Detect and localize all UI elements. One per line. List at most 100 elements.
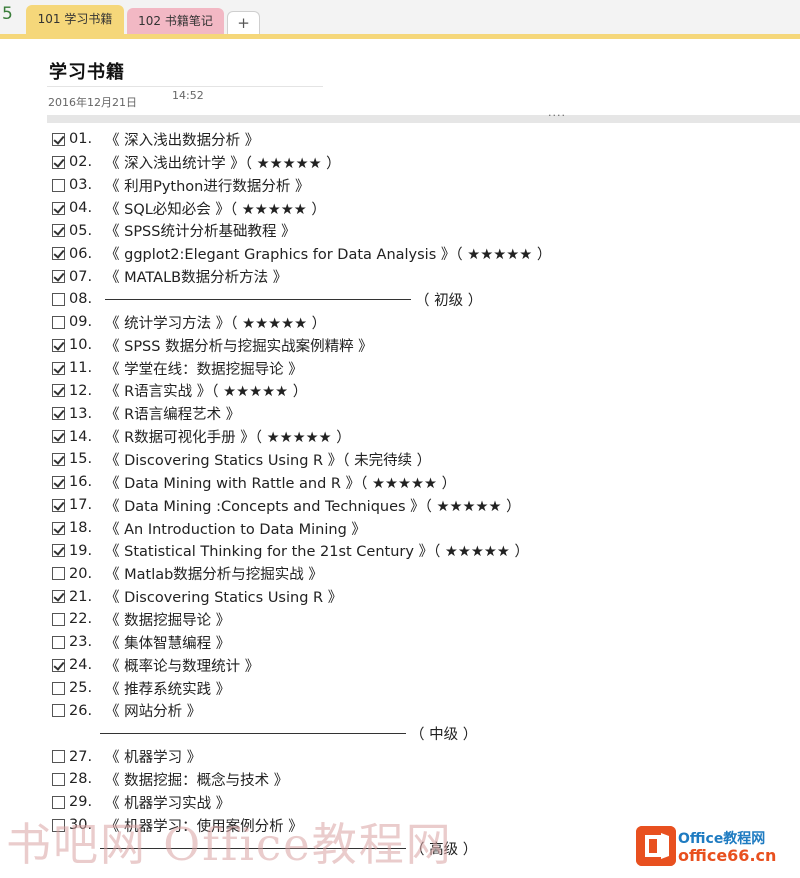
checked-checkbox[interactable] [52, 224, 65, 238]
item-number: 04. [69, 200, 93, 216]
back-icon[interactable]: 5 [1, 2, 17, 24]
container-grip-icon[interactable]: ···· [548, 110, 566, 121]
list-item[interactable]: 12. 《 R语言实战 》（ ★★★★★ ） [52, 379, 792, 402]
checked-checkbox[interactable] [52, 475, 65, 489]
list-item[interactable]: 20. 《 Matlab数据分析与挖掘实战 》 [52, 562, 792, 585]
list-item[interactable]: 26. 《 网站分析 》 [52, 699, 792, 722]
title-divider [47, 86, 323, 87]
item-number: 07. [69, 268, 93, 285]
checked-checkbox[interactable] [52, 270, 65, 284]
list-item[interactable]: 19. 《 Statistical Thinking for the 21st C… [52, 539, 792, 562]
list-item[interactable]: 21. 《 Discovering Statics Using R 》 [52, 585, 792, 608]
unchecked-checkbox[interactable] [52, 315, 65, 329]
item-number: 17. [69, 497, 93, 514]
item-number: 13. [69, 405, 93, 422]
list-item[interactable]: 05. 《 SPSS统计分析基础教程 》 [52, 219, 792, 242]
checked-checkbox[interactable] [52, 498, 65, 512]
section-tab-bar: 5 101 学习书籍 102 书籍笔记 + [0, 0, 800, 34]
item-text: 《 Matlab数据分析与挖掘实战 》 [105, 567, 323, 584]
item-number: 22. [69, 611, 93, 628]
unchecked-checkbox[interactable] [52, 681, 65, 695]
checked-checkbox[interactable] [52, 361, 65, 375]
unchecked-checkbox[interactable] [52, 772, 65, 786]
unchecked-checkbox[interactable] [52, 292, 65, 306]
unchecked-checkbox[interactable] [52, 178, 65, 192]
checked-checkbox[interactable] [52, 132, 65, 146]
unchecked-checkbox[interactable] [52, 704, 65, 718]
list-item[interactable]: 25. 《 推荐系统实践 》 [52, 677, 792, 700]
list-item[interactable]: 18. 《 An Introduction to Data Mining 》 [52, 517, 792, 540]
unchecked-checkbox[interactable] [52, 750, 65, 764]
item-text: 《 统计学习方法 》（ ★★★★★ ） [105, 315, 327, 332]
item-text: 《 机器学习 》 [105, 750, 202, 767]
add-section-button[interactable]: + [227, 11, 260, 34]
item-number: 05. [69, 222, 93, 239]
item-number: 25. [69, 680, 93, 697]
item-text: 《 Data Mining with Rattle and R 》（ ★★★★★… [105, 475, 457, 492]
list-item[interactable]: 23. 《 集体智慧编程 》 [52, 631, 792, 654]
tab-label: 102 书籍笔记 [138, 14, 213, 28]
list-item[interactable]: 02. 《 深入浅出统计学 》（ ★★★★★ ） [52, 151, 792, 174]
checked-checkbox[interactable] [52, 452, 65, 466]
page-time: 14:52 [172, 89, 204, 102]
list-item[interactable]: 09. 《 统计学习方法 》（ ★★★★★ ） [52, 311, 792, 334]
unchecked-checkbox[interactable] [52, 612, 65, 626]
list-item[interactable]: 13. 《 R语言编程艺术 》 [52, 402, 792, 425]
list-item[interactable]: 11. 《 学堂在线：数据挖掘导论 》 [52, 357, 792, 380]
list-item[interactable]: 28. 《 数据挖掘：概念与技术 》 [52, 768, 792, 791]
item-number: 19. [69, 542, 93, 559]
checked-checkbox[interactable] [52, 247, 65, 261]
item-text: 《 SPSS 数据分析与挖掘实战案例精粹 》 [105, 338, 373, 355]
checked-checkbox[interactable] [52, 384, 65, 398]
checked-checkbox[interactable] [52, 658, 65, 672]
tab-section-study-books[interactable]: 101 学习书籍 [26, 5, 124, 34]
unchecked-checkbox[interactable] [52, 567, 65, 581]
item-text: 《 深入浅出统计学 》（ ★★★★★ ） [105, 155, 341, 172]
list-item[interactable]: 03. 《 利用Python进行数据分析 》 [52, 174, 792, 197]
item-number: 03. [69, 177, 93, 194]
item-text: 《 SQL必知必会 》（ ★★★★★ ） [105, 201, 326, 218]
tab-label: 101 学习书籍 [37, 12, 113, 26]
office-logo-icon [636, 826, 676, 866]
list-item[interactable]: 16. 《 Data Mining with Rattle and R 》（ ★★… [52, 471, 792, 494]
page-title[interactable]: 学习书籍 [49, 58, 125, 84]
list-item[interactable]: 07. 《 MATALB数据分析方法 》 [52, 265, 792, 288]
checked-checkbox[interactable] [52, 338, 65, 352]
list-item[interactable]: 15. 《 Discovering Statics Using R 》（ 未完待续… [52, 448, 792, 471]
item-number: 10. [69, 337, 93, 354]
list-item[interactable]: 22. 《 数据挖掘导论 》 [52, 608, 792, 631]
list-item[interactable]: 04. 《 SQL必知必会 》（ ★★★★★ ） [52, 197, 792, 220]
list-item[interactable]: 24. 《 概率论与数理统计 》 [52, 654, 792, 677]
item-text: 《 数据挖掘：概念与技术 》 [105, 772, 289, 789]
item-text: 《 Discovering Statics Using R 》（ 未完待续 ） [105, 452, 432, 469]
list-item[interactable]: （ 中级 ） [52, 722, 792, 745]
checked-checkbox[interactable] [52, 521, 65, 535]
item-number: 27. [69, 748, 93, 765]
list-item[interactable]: 01. 《 深入浅出数据分析 》 [52, 128, 792, 151]
page-date: 2016年12月21日 [48, 96, 137, 109]
list-item[interactable]: 06. 《 ggplot2:Elegant Graphics for Data A… [52, 242, 792, 265]
item-number: 21. [69, 588, 93, 605]
list-item[interactable]: 17. 《 Data Mining :Concepts and Technique… [52, 494, 792, 517]
item-text: 《 An Introduction to Data Mining 》 [105, 521, 366, 538]
unchecked-checkbox[interactable] [52, 795, 65, 809]
item-text: 《 概率论与数理统计 》 [105, 658, 260, 675]
item-number: 02. [69, 154, 93, 171]
item-number: 09. [69, 314, 93, 331]
checked-checkbox[interactable] [52, 544, 65, 558]
list-item[interactable]: 10. 《 SPSS 数据分析与挖掘实战案例精粹 》 [52, 334, 792, 357]
item-text: 《 深入浅出数据分析 》 [105, 132, 260, 149]
unchecked-checkbox[interactable] [52, 635, 65, 649]
checked-checkbox[interactable] [52, 407, 65, 421]
list-item[interactable]: 27. 《 机器学习 》 [52, 745, 792, 768]
tab-section-book-notes[interactable]: 102 书籍笔记 [127, 8, 224, 34]
list-item[interactable]: 08. （ 初级 ） [52, 288, 792, 311]
checked-checkbox[interactable] [52, 155, 65, 169]
checked-checkbox[interactable] [52, 590, 65, 604]
note-container-handle[interactable] [47, 115, 800, 123]
list-item[interactable]: 14. 《 R数据可视化手册 》（ ★★★★★ ） [52, 425, 792, 448]
item-text: 《 MATALB数据分析方法 》 [105, 270, 288, 287]
checked-checkbox[interactable] [52, 430, 65, 444]
checked-checkbox[interactable] [52, 201, 65, 215]
item-text: 《 ggplot2:Elegant Graphics for Data Anal… [105, 247, 552, 264]
